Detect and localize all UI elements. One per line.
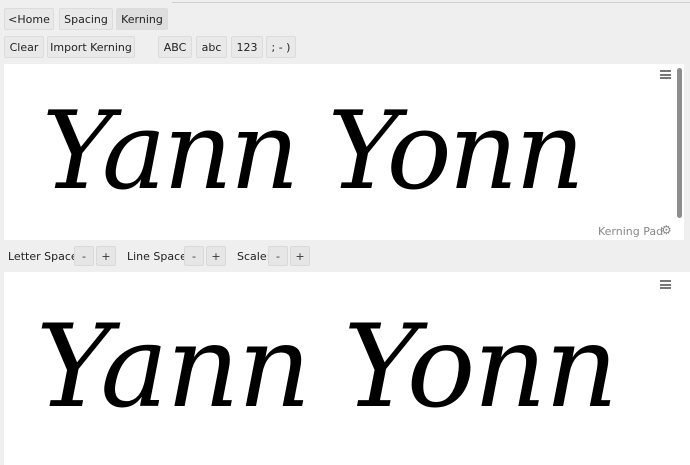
letter-space-minus-button[interactable]: - — [74, 246, 94, 266]
kerning-pad-text[interactable]: Yann Yonn — [42, 98, 585, 206]
digits-button[interactable]: 123 — [231, 36, 263, 58]
line-space-minus-button[interactable]: - — [184, 246, 204, 266]
punctuation-button[interactable]: ; - ) — [266, 36, 296, 58]
scrollbar[interactable] — [677, 68, 682, 218]
scale-label: Scale: — [237, 250, 271, 263]
preview-text: Yann Yonn — [36, 300, 618, 433]
letter-space-plus-button[interactable]: + — [96, 246, 116, 266]
hamburger-icon[interactable] — [660, 70, 671, 79]
top-divider — [172, 2, 690, 3]
scale-plus-button[interactable]: + — [290, 246, 310, 266]
clear-button[interactable]: Clear — [4, 36, 44, 58]
import-kerning-button[interactable]: Import Kerning — [47, 36, 135, 58]
preview-panel: Yann Yonn — [4, 272, 690, 465]
tab-kerning[interactable]: Kerning — [116, 8, 168, 30]
hamburger-icon[interactable] — [660, 280, 671, 289]
line-space-plus-button[interactable]: + — [206, 246, 226, 266]
home-button[interactable]: <Home — [4, 8, 54, 30]
line-space-label: Line Space: — [127, 250, 191, 263]
letter-space-label: Letter Space: — [8, 250, 82, 263]
tab-spacing[interactable]: Spacing — [59, 8, 113, 30]
kerning-pad-label: Kerning Pad — [598, 225, 664, 238]
gear-icon[interactable]: ⚙ — [661, 223, 672, 237]
scale-minus-button[interactable]: - — [268, 246, 288, 266]
kerning-pad-panel[interactable]: Yann Yonn Kerning Pad ⚙ — [4, 64, 684, 240]
uppercase-button[interactable]: ABC — [158, 36, 192, 58]
lowercase-button[interactable]: abc — [196, 36, 227, 58]
